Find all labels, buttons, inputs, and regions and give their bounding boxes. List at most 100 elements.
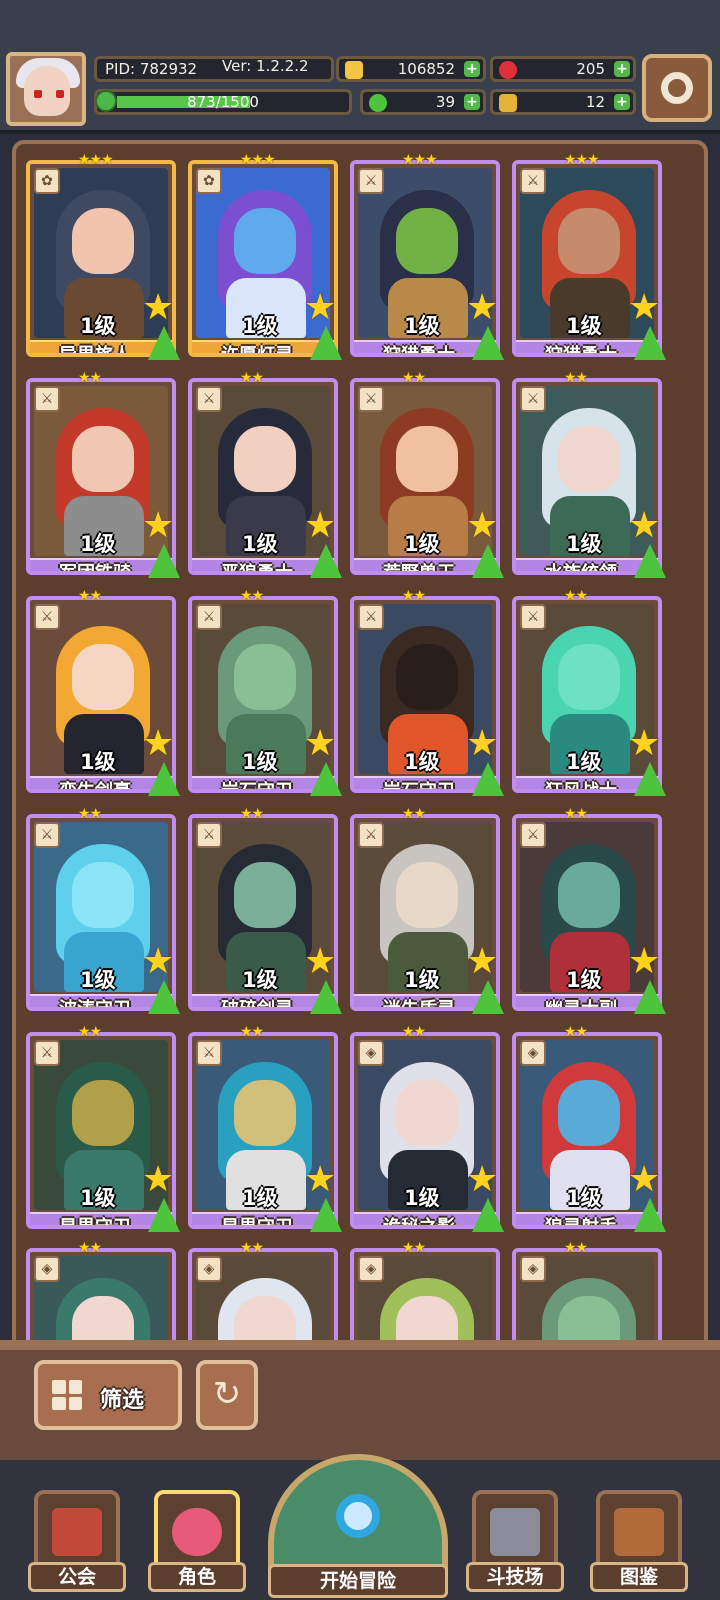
avatar-eye: [56, 90, 64, 98]
hero-face: [558, 644, 620, 710]
rarity-stars: ★★: [402, 370, 426, 386]
hero-card[interactable]: ⚔ 1级 星界守卫 ★★ ★: [26, 1024, 180, 1237]
star-icon: ★: [628, 505, 661, 546]
hero-face: [396, 1080, 458, 1146]
rarity-stars: ★★: [240, 588, 264, 604]
hero-class-icon: ◈: [520, 1040, 546, 1066]
hero-card[interactable]: ⚔ 1级 迷失盾灵 ★★ ★: [350, 806, 504, 1019]
hero-name: 异界旅人: [59, 345, 131, 357]
hero-card[interactable]: ◈★★★: [188, 1240, 338, 1346]
hero-name: 水族统领: [545, 563, 617, 575]
nav-guild-label: 公会: [28, 1562, 126, 1592]
hero-class-icon: ⚔: [520, 604, 546, 630]
star-icon: ★: [304, 1159, 337, 1200]
add-key-button[interactable]: +: [614, 94, 630, 110]
hero-card[interactable]: ⚔ 1级 蛮牛剑豪 ★★ ★: [26, 588, 180, 801]
filter-label: 筛选: [100, 1388, 145, 1413]
filter-button[interactable]: 筛选: [34, 1360, 182, 1430]
upgrade-arrow-icon: [148, 762, 180, 796]
nav-character[interactable]: 角色: [148, 1490, 246, 1594]
upgrade-arrow-icon: [148, 544, 180, 578]
rarity-stars: ★★: [564, 1240, 588, 1256]
hero-name: 荒野兽王: [383, 563, 455, 575]
hero-card[interactable]: ⚔ 1级 水族统领 ★★ ★: [512, 370, 666, 583]
hero-card[interactable]: ⚔ 1级 破碎剑灵 ★★ ★: [188, 806, 342, 1019]
hero-card[interactable]: ⚔ 1级 狂风战士 ★★ ★: [512, 588, 666, 801]
hero-face: [396, 426, 458, 492]
hero-card[interactable]: ⚔ 1级 岩石守卫 ★★ ★: [350, 588, 504, 801]
hero-class-icon: ◈: [358, 1256, 384, 1282]
hero-level: 1级: [566, 314, 602, 338]
upgrade-arrow-icon: [634, 762, 666, 796]
hero-face: [234, 426, 296, 492]
hero-collection-panel[interactable]: ✿ 1级 异界旅人 ★★★ ★ ✿ 1级 许愿灯灵 ★★★ ★ ⚔ 1级 狩猎勇士 ★★★ ★ ⚔ 1级 狩猎勇士…: [12, 140, 708, 1350]
star-icon: ★: [142, 505, 175, 546]
hero-card[interactable]: ⚔ 1级 岩石守卫 ★★ ★: [188, 588, 342, 801]
card-frame: ◈: [512, 1248, 662, 1346]
add-clover-button[interactable]: +: [464, 94, 480, 110]
hero-class-icon: ✿: [196, 168, 222, 194]
hero-class-icon: ⚔: [34, 386, 60, 412]
hero-card[interactable]: ⚔ 1级 星界守卫 ★★ ★: [188, 1024, 342, 1237]
hero-level: 1级: [242, 968, 278, 992]
hero-card[interactable]: ◈★★★: [350, 1240, 500, 1346]
nav-codex-label: 图鉴: [590, 1562, 688, 1592]
hero-face: [234, 862, 296, 928]
refresh-button[interactable]: ↻: [196, 1360, 258, 1430]
hero-card[interactable]: ⚔ 1级 狩猎勇士 ★★★ ★: [512, 152, 666, 365]
nav-guild[interactable]: 公会: [28, 1490, 126, 1594]
hero-card[interactable]: ◈ 1级 诡秘之影 ★★ ★: [350, 1024, 504, 1237]
panel-trim: [0, 1340, 720, 1350]
star-icon: ★: [304, 505, 337, 546]
gold-counter: 106852 +: [336, 56, 486, 82]
hero-level: 1级: [404, 532, 440, 556]
start-adventure-button[interactable]: 开始冒险: [268, 1454, 448, 1600]
hero-card[interactable]: ◈★★★: [26, 1240, 176, 1346]
star-icon: ★: [304, 941, 337, 982]
gear-icon: [661, 72, 693, 104]
hero-level: 1级: [80, 532, 116, 556]
red-gem-icon: [499, 61, 517, 79]
clover-icon: [369, 94, 387, 112]
experience-text: 873/1500: [187, 93, 259, 111]
add-gem-button[interactable]: +: [614, 61, 630, 77]
hero-card[interactable]: ⚔ 1级 军团铁骑 ★★ ★: [26, 370, 180, 583]
star-icon: ★: [142, 1159, 175, 1200]
hero-card[interactable]: ⚔ 1级 荒野兽王 ★★ ★: [350, 370, 504, 583]
upgrade-arrow-icon: [634, 544, 666, 578]
hero-name: 岩石守卫: [221, 781, 293, 793]
hero-card[interactable]: ⚔ 1级 恶狼勇士 ★★ ★: [188, 370, 342, 583]
hero-card[interactable]: ⚔ 1级 狩猎勇士 ★★★ ★: [350, 152, 504, 365]
star-icon: ★: [628, 287, 661, 328]
hero-face: [234, 208, 296, 274]
hero-level: 1级: [566, 532, 602, 556]
rarity-stars: ★★: [78, 588, 102, 604]
rarity-stars: ★★★: [564, 152, 600, 168]
player-info: PID: 782932 Ver: 1.2.2.2 106852 + 205 + …: [92, 54, 637, 126]
hero-name: 岩石守卫: [383, 781, 455, 793]
hero-face: [72, 1080, 134, 1146]
hero-card[interactable]: ⚔ 1级 幽灵大副 ★★ ★: [512, 806, 666, 1019]
hero-class-icon: ⚔: [358, 168, 384, 194]
nav-character-label: 角色: [148, 1562, 246, 1592]
add-gold-button[interactable]: +: [464, 61, 480, 77]
star-icon: ★: [466, 1159, 499, 1200]
card-frame: ◈: [26, 1248, 176, 1346]
nav-codex[interactable]: 图鉴: [590, 1490, 688, 1594]
hero-card[interactable]: ✿ 1级 异界旅人 ★★★ ★: [26, 152, 204, 365]
rarity-stars: ★★★: [402, 152, 438, 168]
hero-class-icon: ⚔: [520, 168, 546, 194]
hero-card[interactable]: ✿ 1级 许愿灯灵 ★★★ ★: [188, 152, 366, 365]
hero-name: 狩猎勇士: [383, 345, 455, 357]
hero-card[interactable]: ⚔ 1级 波涛守卫 ★★ ★: [26, 806, 180, 1019]
hero-class-icon: ⚔: [196, 604, 222, 630]
settings-button[interactable]: [642, 54, 712, 122]
hero-card[interactable]: ◈★★★: [512, 1240, 662, 1346]
start-adventure-label: 开始冒险: [268, 1564, 448, 1598]
avatar-eye: [34, 90, 42, 98]
nav-arena[interactable]: 斗技场: [466, 1490, 564, 1594]
hero-card[interactable]: ◈ 1级 狼灵射手 ★★ ★: [512, 1024, 666, 1237]
hero-name: 狼灵射手: [545, 1217, 617, 1229]
player-avatar[interactable]: [6, 52, 86, 126]
hero-level: 1级: [80, 750, 116, 774]
